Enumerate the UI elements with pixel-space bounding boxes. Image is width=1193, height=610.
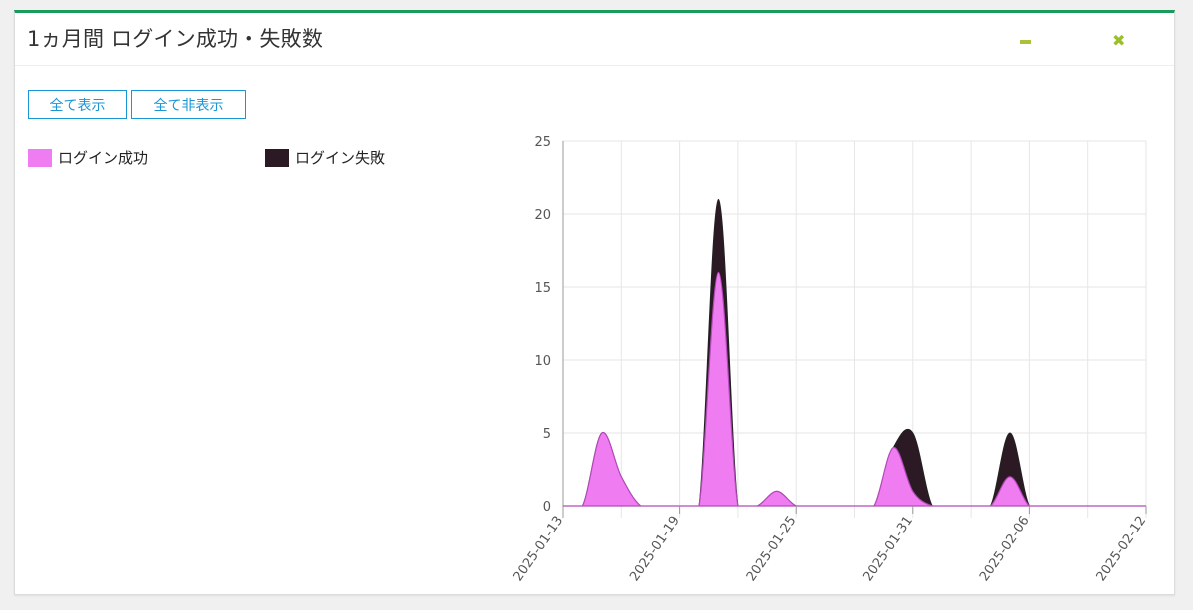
x-tick-label: 2025-01-31	[860, 514, 916, 585]
y-tick-label: 15	[534, 281, 551, 296]
x-tick-label: 2025-01-13	[511, 514, 567, 585]
x-tick-label: 2025-02-12	[1094, 514, 1150, 585]
x-tick-label: 2025-01-19	[627, 514, 683, 585]
y-tick-label: 20	[534, 208, 551, 223]
stacked-area-chart: 0 5 10 15 20 25 2025-01-13 2025-01-19 2025-01-25…	[511, 135, 1150, 585]
y-tick-label: 5	[543, 427, 551, 442]
y-tick-label: 10	[534, 354, 551, 369]
x-tick-label: 2025-01-25	[744, 514, 800, 585]
chart-panel: 1ヵ月間 ログイン成功・失敗数 ✖ 全て表示 全て非表示 ログイン成功 ログイン…	[14, 10, 1175, 595]
y-tick-label: 25	[534, 135, 551, 150]
x-tick-label: 2025-02-06	[977, 514, 1033, 585]
y-tick-label: 0	[543, 500, 551, 515]
